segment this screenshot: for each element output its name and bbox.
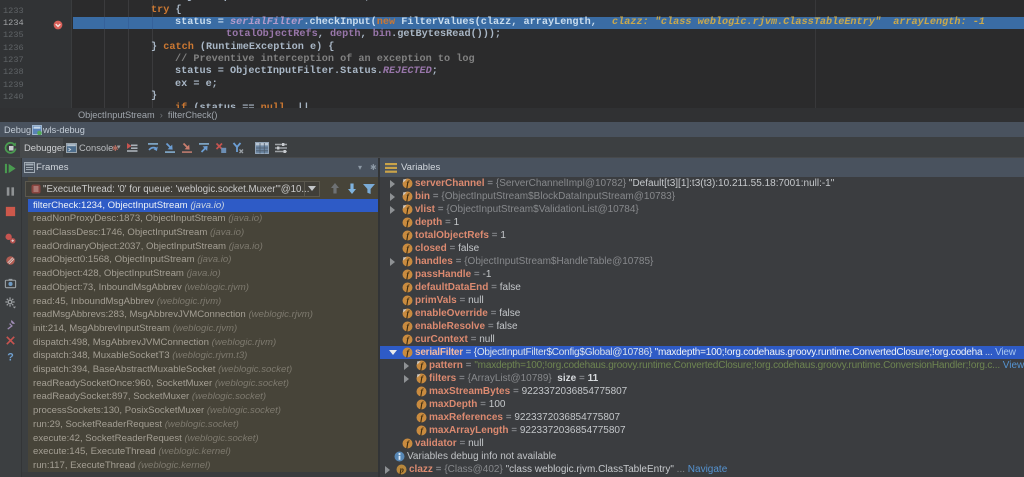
svg-text:?: ? xyxy=(7,351,14,362)
svg-text:p: p xyxy=(399,465,404,475)
